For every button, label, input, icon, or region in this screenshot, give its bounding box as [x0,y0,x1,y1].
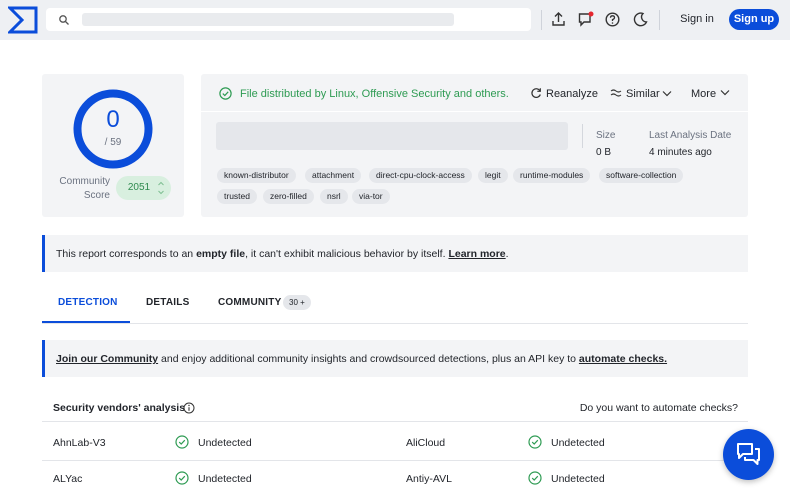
toolbar-divider [541,10,542,30]
join-community-link[interactable]: Join our Community [56,353,158,365]
check-circle-icon [528,435,542,449]
chat-icon [737,443,760,465]
vendor-status: Undetected [198,473,252,485]
upload-icon[interactable] [550,11,567,28]
reanalyze-icon[interactable] [530,87,542,99]
info-icon[interactable] [183,402,195,414]
tag[interactable]: legit [478,168,508,183]
community-score-value: 2051 [127,182,151,193]
vendor-status: Undetected [198,437,252,449]
automate-checks-link[interactable]: automate checks. [579,353,667,365]
tag[interactable]: software-collection [599,168,684,183]
distribution-message: File distributed by Linux, Offensive Sec… [240,88,509,100]
tag[interactable]: trusted [217,189,257,204]
size-label: Size [596,130,616,141]
tab-details[interactable]: DETAILS [146,297,189,308]
virustotal-logo[interactable] [8,6,38,34]
chevron-down-icon[interactable] [661,88,673,100]
empty-file-notice: This report corresponds to an empty file… [42,235,748,272]
check-circle-icon [219,87,232,100]
file-hash-redacted [216,122,568,150]
check-circle-icon [175,435,189,449]
search-icon [59,15,69,25]
vendor-row: AhnLab-V3 Undetected AliCloud Undetected [42,425,748,461]
search-input[interactable] [46,8,531,31]
notification-icon[interactable] [577,11,594,28]
vendor-row: ALYac Undetected Antiy-AVL Undetected [42,461,748,496]
toolbar-divider [659,10,660,30]
file-info-header: File distributed by Linux, Offensive Sec… [201,74,748,112]
tag[interactable]: known-distributor [217,168,296,183]
last-analysis-value: 4 minutes ago [649,147,712,158]
tag[interactable]: direct-cpu-clock-access [369,168,472,183]
similar-icon[interactable] [610,87,622,99]
search-query-redacted [82,13,454,26]
chat-button[interactable] [723,429,774,480]
check-circle-icon [528,471,542,485]
tab-detection[interactable]: DETECTION [58,297,118,308]
vendor-status: Undetected [551,473,605,485]
tag[interactable]: attachment [305,168,362,183]
detection-count: 0 [106,106,120,133]
vendor-name: Antiy-AVL [406,473,452,485]
meta-divider [582,124,583,148]
top-bar: Sign in Sign up [0,0,790,40]
vote-arrows-icon[interactable] [157,179,165,197]
chevron-down-icon[interactable] [719,87,731,99]
automate-checks-question[interactable]: Do you want to automate checks? [580,402,738,414]
tag[interactable]: runtime-modules [513,168,591,183]
engine-total: / 59 [104,137,122,148]
more-button[interactable]: More [691,88,716,100]
vendor-name: ALYac [53,473,83,485]
size-value: 0 B [596,147,612,158]
vendor-status: Undetected [551,437,605,449]
sign-up-button[interactable]: Sign up [729,9,779,30]
learn-more-link[interactable]: Learn more [448,248,505,260]
sign-in-link[interactable]: Sign in [670,13,724,25]
active-tab-indicator [42,321,130,323]
vendors-header: Security vendors' analysis Do you want t… [42,393,748,422]
tag[interactable]: nsrl [320,189,348,204]
join-community-banner: Join our Community and enjoy additional … [42,340,748,377]
community-score-badge[interactable]: 2051 [116,176,171,200]
tag[interactable]: via-tor [352,189,390,204]
vendor-name: AliCloud [406,437,446,449]
community-score-label: Community Score [59,176,110,201]
help-icon[interactable] [604,11,621,28]
file-info-card: File distributed by Linux, Offensive Sec… [201,74,748,217]
reanalyze-button[interactable]: Reanalyze [546,88,598,100]
detection-score-card: 0 / 59 Community Score 2051 [42,74,184,217]
community-count-badge: 30 + [283,295,311,310]
report-tabs: DETECTION DETAILS COMMUNITY 30 + [42,286,748,324]
dark-mode-icon[interactable] [632,11,649,28]
similar-button[interactable]: Similar [626,88,660,100]
tab-community[interactable]: COMMUNITY [218,297,281,308]
last-analysis-label: Last Analysis Date [649,130,732,141]
vendors-title: Security vendors' analysis [53,402,186,414]
vendor-name: AhnLab-V3 [53,437,106,449]
tag[interactable]: zero-filled [263,189,314,204]
check-circle-icon [175,471,189,485]
